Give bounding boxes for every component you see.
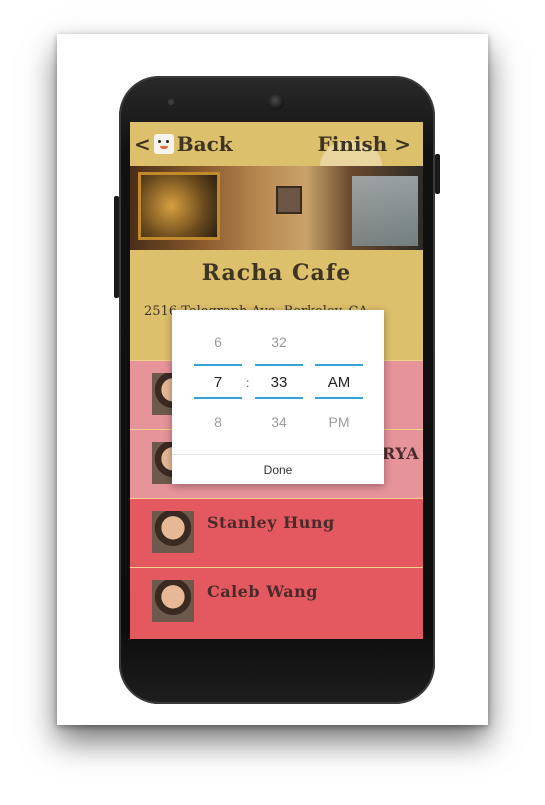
friend-name: Caleb Wang <box>207 582 318 601</box>
ampm-selected[interactable]: AM <box>315 374 363 391</box>
minute-above[interactable]: 32 <box>255 334 303 350</box>
ampm-below[interactable]: PM <box>315 414 363 430</box>
photo-painting <box>138 172 220 240</box>
time-separator: : <box>246 376 250 390</box>
hour-above[interactable]: 6 <box>194 334 242 350</box>
hour-divider-top <box>194 364 242 366</box>
friend-row[interactable]: Stanley Hung <box>130 498 423 567</box>
top-navigation-bar: < Back Finish > <box>130 122 423 192</box>
venue-photo <box>130 166 423 250</box>
avatar <box>152 511 194 553</box>
back-label: Back <box>176 132 233 156</box>
front-camera <box>268 94 284 110</box>
venue-name: Racha Cafe <box>201 260 352 286</box>
done-button[interactable]: Done <box>172 454 384 485</box>
back-button[interactable]: < Back <box>134 132 233 156</box>
friend-name: RYA <box>382 444 420 463</box>
finish-button[interactable]: Finish > <box>318 132 411 156</box>
hour-divider-bottom <box>194 397 242 399</box>
back-chevron-icon: < <box>134 132 151 156</box>
ampm-divider-bottom <box>315 397 363 399</box>
power-button <box>435 154 440 194</box>
minute-divider-top <box>255 364 303 366</box>
minute-divider-bottom <box>255 397 303 399</box>
photo-window <box>352 176 418 246</box>
finish-chevron-icon: > <box>394 132 411 156</box>
hour-below[interactable]: 8 <box>194 414 242 430</box>
minute-below[interactable]: 34 <box>255 414 303 430</box>
volume-button <box>114 196 119 298</box>
avatar <box>152 580 194 622</box>
mascot-icon <box>153 134 174 154</box>
time-picker-dialog: 6 7 8 : 32 33 34 AM PM Done <box>172 310 384 484</box>
ampm-divider-top <box>315 364 363 366</box>
friend-row[interactable]: Caleb Wang <box>130 567 423 636</box>
finish-label: Finish <box>317 132 388 156</box>
photo-frame <box>276 186 302 214</box>
minute-selected[interactable]: 33 <box>255 374 303 391</box>
proximity-sensor <box>168 99 174 105</box>
hour-selected[interactable]: 7 <box>194 374 242 391</box>
friend-name: Stanley Hung <box>207 513 335 532</box>
